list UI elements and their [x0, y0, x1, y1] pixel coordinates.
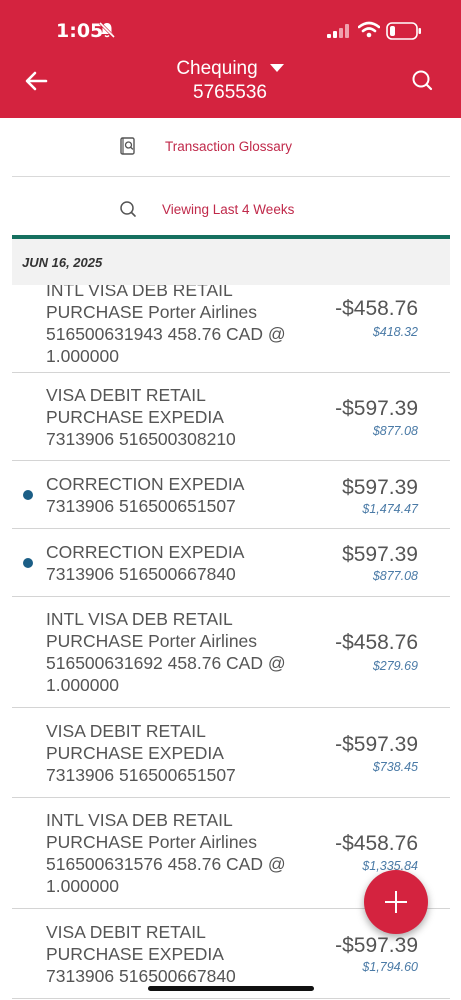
- transaction-glossary-link[interactable]: Transaction Glossary: [165, 139, 292, 154]
- transaction-description: INTL VISA DEB RETAIL PURCHASE Porter Air…: [46, 285, 316, 367]
- account-selector[interactable]: Chequing 5765536: [150, 58, 310, 104]
- search-filter-icon: [120, 201, 136, 217]
- caret-down-icon[interactable]: [269, 63, 284, 72]
- description-line: CORRECTION EXPEDIA: [46, 474, 245, 494]
- description-line: 516500631692 458.76 CAD @: [46, 653, 286, 673]
- date-group-label: JUN 16, 2025: [22, 255, 103, 270]
- status-bar: 1:05: [0, 0, 461, 60]
- description-line: 7313906 516500667840: [46, 966, 236, 986]
- transaction-description: VISA DEBIT RETAIL PURCHASE EXPEDIA 73139…: [46, 720, 316, 786]
- description-line: 1.000000: [46, 346, 119, 366]
- unread-dot: [23, 490, 33, 500]
- transaction-description: CORRECTION EXPEDIA 7313906 516500651507: [46, 473, 316, 517]
- description-line: PURCHASE Porter Airlines: [46, 631, 258, 651]
- add-plus-button[interactable]: [364, 870, 428, 934]
- transaction-amount: -$597.39: [335, 934, 418, 957]
- running-balance: $877.08: [372, 424, 418, 438]
- transaction-description: INTL VISA DEB RETAIL PURCHASE Porter Air…: [46, 809, 316, 897]
- divider: [12, 176, 450, 177]
- transaction-amount: $597.39: [342, 543, 418, 566]
- viewing-period-link[interactable]: Viewing Last 4 Weeks: [162, 202, 294, 217]
- description-line: VISA DEBIT RETAIL: [46, 721, 206, 741]
- description-line: INTL VISA DEB RETAIL: [46, 609, 233, 629]
- description-line: VISA DEBIT RETAIL: [46, 922, 206, 942]
- running-balance: $1,794.60: [362, 960, 418, 974]
- running-balance: $738.45: [372, 760, 418, 774]
- description-line: 516500631943 458.76 CAD @: [46, 324, 286, 344]
- transaction-description: INTL VISA DEB RETAIL PURCHASE Porter Air…: [46, 608, 316, 696]
- search-icon[interactable]: [410, 68, 434, 92]
- description-line: VISA DEBIT RETAIL: [46, 385, 206, 405]
- battery-icon: [386, 22, 421, 40]
- glossary-book-icon: [120, 137, 135, 155]
- transaction-row[interactable]: INTL VISA DEB RETAIL PURCHASE Porter Air…: [12, 285, 450, 373]
- running-balance: $1,474.47: [362, 502, 418, 516]
- transaction-row[interactable]: INTL VISA DEB RETAIL PURCHASE Porter Air…: [12, 597, 450, 708]
- description-line: INTL VISA DEB RETAIL: [46, 285, 233, 300]
- transaction-amount: $597.39: [342, 476, 418, 499]
- account-name[interactable]: Chequing: [176, 58, 257, 80]
- transaction-description: VISA DEBIT RETAIL PURCHASE EXPEDIA 73139…: [46, 384, 316, 450]
- description-line: PURCHASE Porter Airlines: [46, 302, 258, 322]
- description-line: CORRECTION EXPEDIA: [46, 542, 245, 562]
- running-balance: $418.32: [372, 325, 418, 339]
- transaction-row[interactable]: CORRECTION EXPEDIA 7313906 516500651507 …: [12, 461, 450, 529]
- description-line: 7313906 516500651507: [46, 496, 236, 516]
- transaction-glossary-row[interactable]: Transaction Glossary: [0, 118, 461, 176]
- app-header: 1:05 Chequing 5765536: [0, 0, 461, 118]
- transaction-row[interactable]: VISA DEBIT RETAIL PURCHASE EXPEDIA 73139…: [12, 708, 450, 798]
- transaction-amount: -$458.76: [335, 832, 418, 855]
- description-line: 1.000000: [46, 876, 119, 896]
- description-line: 7313906 516500667840: [46, 564, 236, 584]
- transaction-amount: -$597.39: [335, 397, 418, 420]
- transaction-row[interactable]: CORRECTION EXPEDIA 7313906 516500667840 …: [12, 529, 450, 597]
- description-line: PURCHASE EXPEDIA: [46, 944, 224, 964]
- transaction-description: VISA DEBIT RETAIL PURCHASE EXPEDIA 73139…: [46, 921, 316, 987]
- transaction-amount: -$458.76: [335, 297, 418, 320]
- description-line: PURCHASE Porter Airlines: [46, 832, 258, 852]
- description-line: 7313906 516500308210: [46, 429, 236, 449]
- description-line: 1.000000: [46, 675, 119, 695]
- transaction-amount: -$458.76: [335, 631, 418, 654]
- running-balance: $877.08: [372, 569, 418, 583]
- transaction-row[interactable]: VISA DEBIT RETAIL PURCHASE EXPEDIA 73139…: [12, 373, 450, 461]
- date-filter-row[interactable]: Viewing Last 4 Weeks: [0, 178, 461, 236]
- description-line: PURCHASE EXPEDIA: [46, 407, 224, 427]
- home-indicator[interactable]: [148, 986, 314, 991]
- account-number: 5765536: [193, 82, 267, 103]
- back-arrow-icon[interactable]: [22, 66, 52, 96]
- running-balance: $279.69: [372, 659, 418, 673]
- description-line: 7313906 516500651507: [46, 765, 236, 785]
- wifi-icon: [358, 21, 380, 38]
- status-time: 1:05: [56, 20, 104, 42]
- date-group-header: JUN 16, 2025: [12, 239, 450, 285]
- description-line: PURCHASE EXPEDIA: [46, 743, 224, 763]
- cell-signal-icon: [327, 24, 349, 38]
- unread-dot: [23, 558, 33, 568]
- silent-bell-icon: [98, 21, 116, 39]
- description-line: INTL VISA DEB RETAIL: [46, 810, 233, 830]
- transaction-description: CORRECTION EXPEDIA 7313906 516500667840: [46, 541, 316, 585]
- transaction-amount: -$597.39: [335, 733, 418, 756]
- description-line: 516500631576 458.76 CAD @: [46, 854, 286, 874]
